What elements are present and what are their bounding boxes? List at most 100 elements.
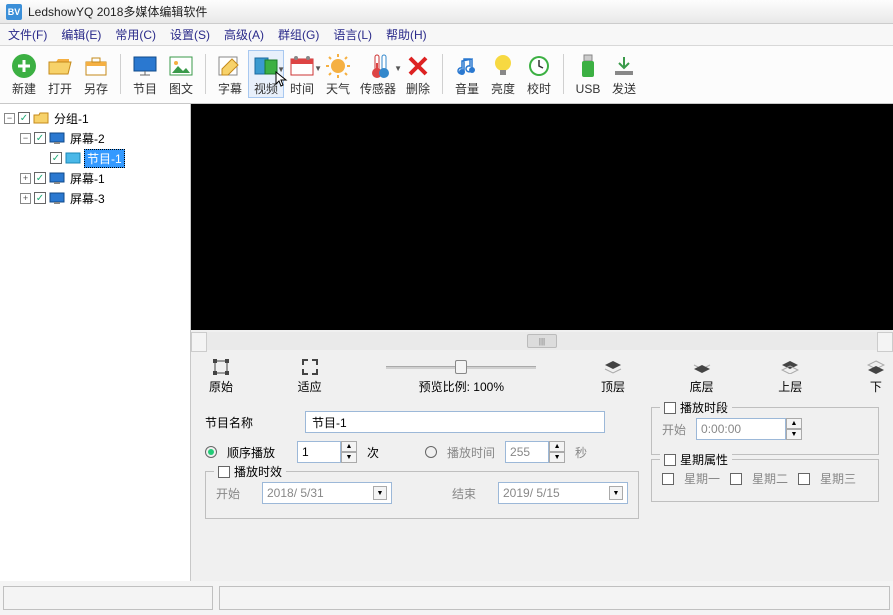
download-icon xyxy=(610,52,638,80)
layer-up-button[interactable]: 上层 xyxy=(778,360,802,395)
clock-icon xyxy=(525,52,553,80)
image-button[interactable]: 图文 xyxy=(163,50,199,98)
usb-button[interactable]: USB xyxy=(570,50,606,98)
seq-times-spinner[interactable]: ▲▼ xyxy=(297,441,357,463)
wednesday-checkbox[interactable] xyxy=(798,473,810,485)
menu-language[interactable]: 语言(L) xyxy=(333,26,372,43)
checkbox[interactable]: ✓ xyxy=(34,192,46,204)
collapse-icon[interactable]: − xyxy=(20,133,31,144)
period-start-spinner[interactable]: ▲▼ xyxy=(696,418,802,440)
seq-radio[interactable] xyxy=(205,446,217,458)
subtitle-button[interactable]: 字幕 xyxy=(212,50,248,98)
usb-icon xyxy=(574,52,602,80)
expand-icon[interactable]: + xyxy=(20,193,31,204)
program-name-input[interactable] xyxy=(305,411,605,433)
period-checkbox[interactable] xyxy=(664,402,676,414)
fit-button[interactable]: 适应 xyxy=(298,360,322,395)
status-cell xyxy=(3,586,213,610)
monday-checkbox[interactable] xyxy=(662,473,674,485)
video-button[interactable]: 视频 ▼ xyxy=(248,50,284,98)
weekday-group: 星期属性 星期一 星期二 星期三 xyxy=(651,459,879,502)
zoom-label: 预览比例: 100% xyxy=(419,378,504,395)
duration-radio[interactable] xyxy=(425,446,437,458)
layer-down-button[interactable]: 下 xyxy=(867,360,885,395)
screen-icon xyxy=(131,52,159,80)
menu-advanced[interactable]: 高级(A) xyxy=(224,26,264,43)
x-icon xyxy=(404,52,432,80)
tree-screen[interactable]: − ✓ 屏幕-2 xyxy=(2,128,188,148)
tree-group[interactable]: − ✓ 分组-1 xyxy=(2,108,188,128)
titlebar: BV LedshowYQ 2018多媒体编辑软件 xyxy=(0,0,893,24)
layer-top-icon xyxy=(604,360,622,374)
preview-canvas[interactable] xyxy=(191,104,893,330)
program-icon xyxy=(65,151,81,165)
expand-icon[interactable]: + xyxy=(20,173,31,184)
menu-edit[interactable]: 编辑(E) xyxy=(61,26,101,43)
sensor-button[interactable]: 传感器 ▼ xyxy=(356,50,400,98)
open-button[interactable]: 打开 xyxy=(42,50,78,98)
clocksync-button[interactable]: 校时 xyxy=(521,50,557,98)
bulb-icon xyxy=(489,52,517,80)
checkbox[interactable]: ✓ xyxy=(18,112,30,124)
new-button[interactable]: 新建 xyxy=(6,50,42,98)
tree-screen[interactable]: + ✓ 屏幕-3 xyxy=(2,188,188,208)
thermometer-icon xyxy=(364,52,392,80)
checkbox[interactable]: ✓ xyxy=(50,152,62,164)
original-size-button[interactable]: 原始 xyxy=(209,360,233,395)
tree-screen[interactable]: + ✓ 屏幕-1 xyxy=(2,168,188,188)
collapse-icon[interactable]: − xyxy=(4,113,15,124)
briefcase-icon xyxy=(82,52,110,80)
menu-file[interactable]: 文件(F) xyxy=(8,26,47,43)
menubar: 文件(F) 编辑(E) 常用(C) 设置(S) 高级(A) 群组(G) 语言(L… xyxy=(0,24,893,46)
folder-open-icon xyxy=(46,52,74,80)
main-panel: ||| 原始 适应 预览比例: 100% 顶层 底层 xyxy=(191,104,893,581)
edit-icon xyxy=(216,52,244,80)
menu-settings[interactable]: 设置(S) xyxy=(170,26,210,43)
time-button[interactable]: 时间 ▼ xyxy=(284,50,320,98)
program-button[interactable]: 节目 xyxy=(127,50,163,98)
music-icon xyxy=(453,52,481,80)
play-period-group: 播放时段 开始 ▲▼ xyxy=(651,407,879,455)
monitor-icon xyxy=(49,171,65,185)
zoom-slider[interactable] xyxy=(386,360,536,374)
layer-up-icon xyxy=(781,360,799,374)
picture-icon xyxy=(167,52,195,80)
tuesday-checkbox[interactable] xyxy=(730,473,742,485)
status-cell xyxy=(219,586,890,610)
checkbox[interactable]: ✓ xyxy=(34,172,46,184)
status-bar xyxy=(0,581,893,615)
send-button[interactable]: 发送 xyxy=(606,50,642,98)
folder-icon xyxy=(33,111,49,125)
calendar-icon xyxy=(288,52,316,80)
sun-icon xyxy=(324,52,352,80)
zoom-controls: 原始 适应 预览比例: 100% 顶层 底层 上层 xyxy=(191,350,893,401)
crop-icon xyxy=(212,360,230,374)
week-checkbox[interactable] xyxy=(664,454,676,466)
menu-group[interactable]: 群组(G) xyxy=(278,26,319,43)
app-logo: BV xyxy=(6,4,22,20)
brightness-button[interactable]: 亮度 xyxy=(485,50,521,98)
layer-bottom-button[interactable]: 底层 xyxy=(690,360,714,395)
program-name-label: 节目名称 xyxy=(205,414,295,431)
layer-down-icon xyxy=(867,360,885,374)
weather-button[interactable]: 天气 xyxy=(320,50,356,98)
effect-checkbox[interactable] xyxy=(218,466,230,478)
layer-top-button[interactable]: 顶层 xyxy=(601,360,625,395)
end-date-picker[interactable]: 2019/ 5/15▼ xyxy=(498,482,628,504)
tree-program[interactable]: ✓ 节目-1 xyxy=(2,148,188,168)
delete-button[interactable]: 删除 xyxy=(400,50,436,98)
saveas-button[interactable]: 另存 xyxy=(78,50,114,98)
plus-circle-icon xyxy=(10,52,38,80)
monitor-icon xyxy=(49,191,65,205)
duration-spinner[interactable]: ▲▼ xyxy=(505,441,565,463)
app-title: LedshowYQ 2018多媒体编辑软件 xyxy=(28,3,207,20)
start-date-picker[interactable]: 2018/ 5/31▼ xyxy=(262,482,392,504)
checkbox[interactable]: ✓ xyxy=(34,132,46,144)
monitor-icon xyxy=(49,131,65,145)
menu-help[interactable]: 帮助(H) xyxy=(386,26,427,43)
menu-common[interactable]: 常用(C) xyxy=(115,26,156,43)
volume-button[interactable]: 音量 xyxy=(449,50,485,98)
expand-icon xyxy=(301,360,319,374)
project-tree[interactable]: − ✓ 分组-1 − ✓ 屏幕-2 ✓ 节目-1 + ✓ 屏幕-1 + ✓ 屏幕… xyxy=(0,104,191,581)
horizontal-scrollbar[interactable]: ||| xyxy=(191,332,893,350)
